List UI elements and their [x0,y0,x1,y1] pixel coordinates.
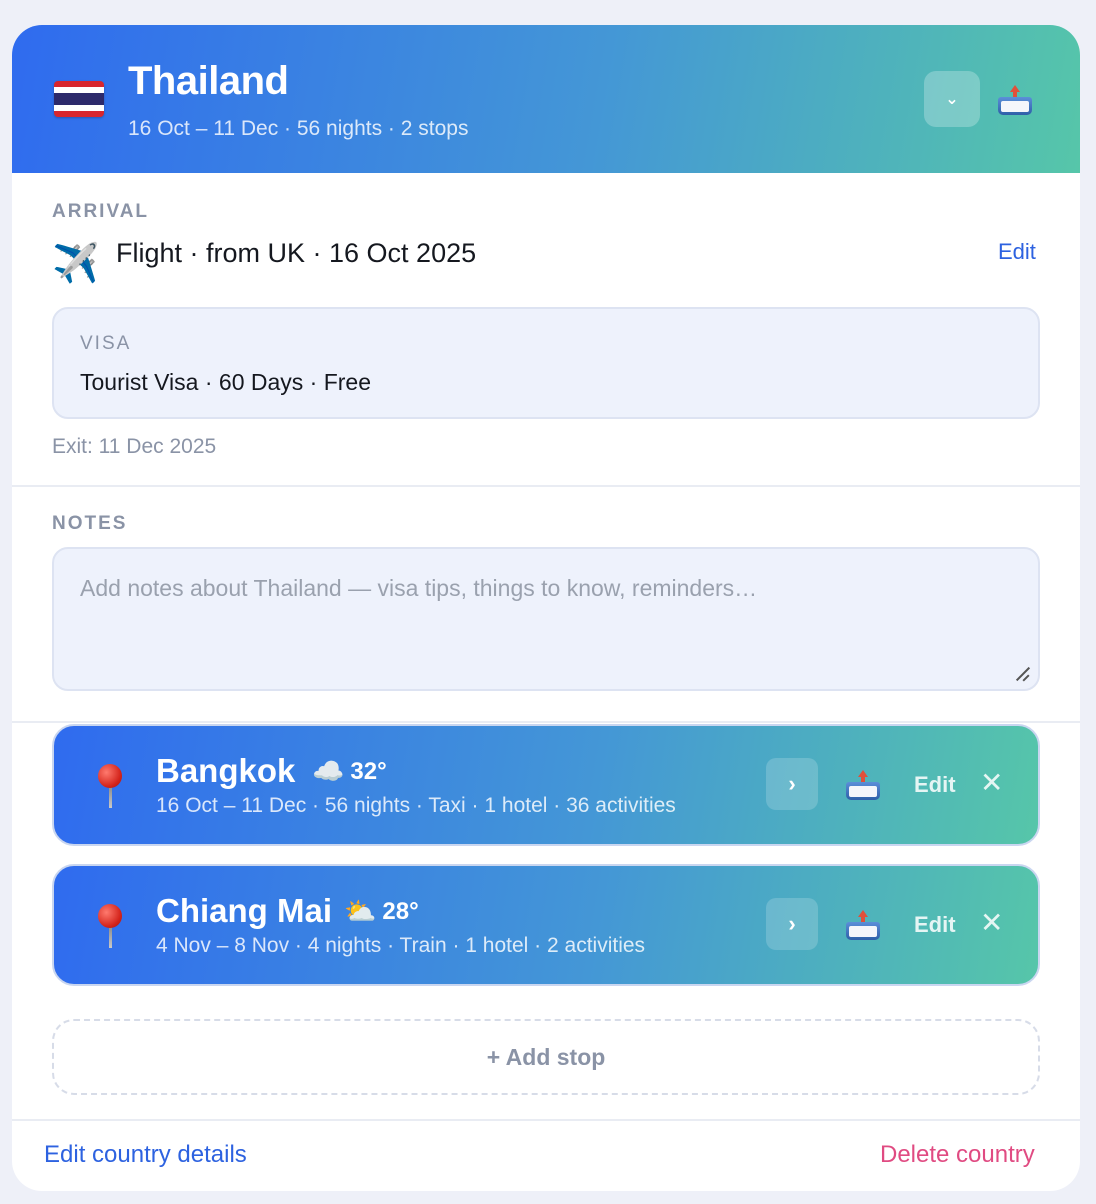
edit-stop-button[interactable]: Edit [914,912,956,938]
chevron-right-icon: › [788,771,796,796]
outbox-tray-icon[interactable] [846,770,880,800]
chevron-right-icon: › [788,911,796,936]
resize-grip-icon[interactable] [1014,665,1030,681]
edit-stop-button[interactable]: Edit [914,772,956,798]
stop-temperature: 28° [382,897,419,925]
add-stop-button[interactable]: + Add stop [52,1019,1040,1095]
arrival-section-label: ARRIVAL [52,201,150,222]
round-pushpin-icon [94,764,126,810]
divider [12,1119,1080,1121]
stop-name: Bangkok [156,752,296,789]
delete-country-link[interactable]: Delete country [880,1141,1035,1169]
stop-summary: 16 Oct – 11 Dec · 56 nights · Taxi · 1 h… [156,794,676,817]
country-card: Thailand 16 Oct – 11 Dec · 56 nights · 2… [12,25,1080,1191]
expand-stop-button[interactable]: › [766,898,818,950]
chevron-down-icon: ⌄ [945,91,959,108]
close-icon[interactable]: ✕ [980,906,1003,939]
divider [12,485,1080,487]
country-summary: 16 Oct – 11 Dec · 56 nights · 2 stops [128,117,469,140]
close-icon[interactable]: ✕ [980,766,1003,799]
collapse-button[interactable]: ⌄ [924,71,980,127]
sun-behind-cloud-icon: ⛅ [344,896,377,926]
edit-country-details-link[interactable]: Edit country details [44,1141,247,1169]
thailand-flag-icon [54,81,104,117]
round-pushpin-icon [94,904,126,950]
outbox-tray-icon[interactable] [846,910,880,940]
visa-label: VISA [80,333,132,354]
cloud-icon: ☁️ [312,756,345,786]
divider [12,721,1080,723]
stop-weather: ⛅ 28° [344,896,419,927]
stop-card-bangkok[interactable]: Bangkok ☁️ 32° 16 Oct – 11 Dec · 56 nigh… [52,724,1040,846]
notes-placeholder: Add notes about Thailand — visa tips, th… [80,575,758,601]
expand-stop-button[interactable]: › [766,758,818,810]
notes-textarea[interactable]: Add notes about Thailand — visa tips, th… [52,547,1040,691]
visa-box: VISA Tourist Visa · 60 Days · Free [52,307,1040,419]
airplane-icon: ✈️ [52,243,100,285]
notes-section-label: NOTES [52,513,128,534]
country-title: Thailand [128,59,289,103]
exit-date: Exit: 11 Dec 2025 [52,435,217,458]
visa-value: Tourist Visa · 60 Days · Free [80,369,372,395]
stop-summary: 4 Nov – 8 Nov · 4 nights · Train · 1 hot… [156,934,646,957]
edit-arrival-link[interactable]: Edit [998,239,1036,265]
arrival-details: Flight · from UK · 16 Oct 2025 [116,238,477,268]
stop-temperature: 32° [350,757,387,785]
stop-card-chiang-mai[interactable]: Chiang Mai ⛅ 28° 4 Nov – 8 Nov · 4 night… [52,864,1040,986]
stop-name: Chiang Mai [156,892,333,929]
outbox-tray-icon[interactable] [998,85,1032,115]
stop-weather: ☁️ 32° [312,756,387,787]
country-header[interactable]: Thailand 16 Oct – 11 Dec · 56 nights · 2… [12,25,1080,173]
